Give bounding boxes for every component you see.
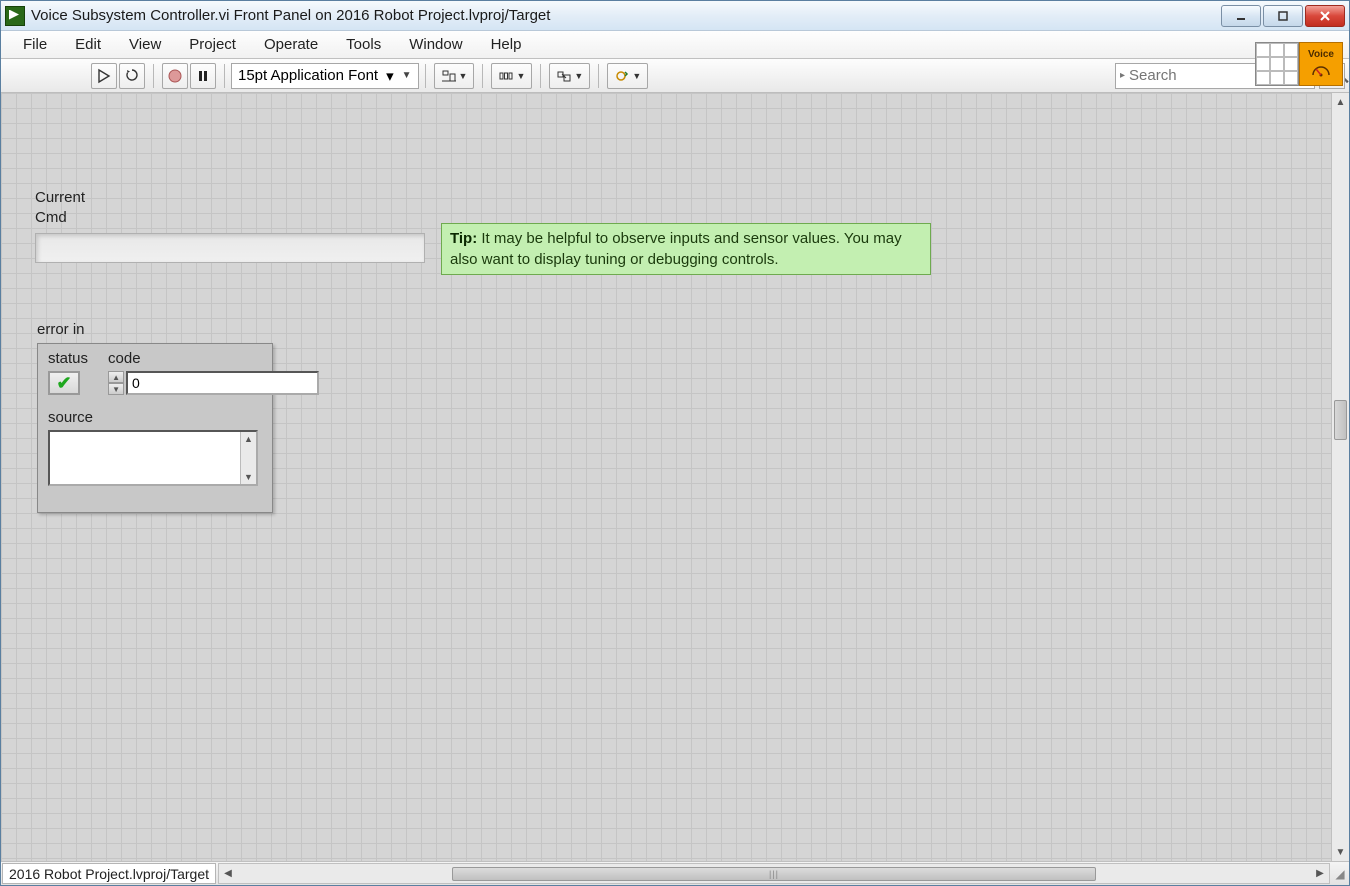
menu-help[interactable]: Help [477,32,536,57]
pause-button[interactable] [190,63,216,89]
dropdown-arrow-icon: ▼ [459,71,468,81]
scroll-down-icon[interactable]: ▼ [1332,843,1349,861]
menu-bar: File Edit View Project Operate Tools Win… [1,31,1349,59]
dropdown-arrow-icon: ▼ [632,71,641,81]
connector-pane[interactable] [1255,42,1299,86]
menu-window[interactable]: Window [395,32,476,57]
maximize-icon [1275,8,1291,24]
current-cmd-indicator[interactable] [35,233,425,263]
window-title: Voice Subsystem Controller.vi Front Pane… [31,7,1221,24]
distribute-icon [498,68,514,84]
error-in-label: error in [37,321,85,338]
title-bar[interactable]: Voice Subsystem Controller.vi Front Pane… [1,1,1349,31]
pause-icon [195,68,211,84]
menu-edit[interactable]: Edit [61,32,115,57]
front-panel-canvas[interactable]: Current Cmd Tip: It may be helpful to ob… [1,93,1349,861]
app-window: Voice Subsystem Controller.vi Front Pane… [0,0,1350,886]
scroll-up-icon[interactable]: ▲ [1332,93,1349,111]
menu-operate[interactable]: Operate [250,32,332,57]
align-icon [441,68,457,84]
tip-bold: Tip: [450,230,477,247]
hscroll-thumb[interactable] [452,867,1096,881]
font-menu-arrow-1: ▾ [386,67,394,85]
toolbar: 15pt Application Font ▾ ▼ ▼ ▼ ▼ [1,59,1349,93]
source-scrollbar[interactable]: ▲ ▼ [240,432,256,484]
status-check-icon: ✔ [56,373,71,394]
resize-icon [556,68,572,84]
menu-project[interactable]: Project [175,32,250,57]
menu-tools[interactable]: Tools [332,32,395,57]
scroll-down-icon: ▼ [244,472,253,482]
code-input[interactable] [126,371,319,395]
code-spinner[interactable]: ▲ ▼ [108,371,124,395]
abort-button[interactable] [162,63,188,89]
window-controls [1221,5,1345,27]
vi-icon-label: Voice [1308,50,1334,60]
search-menu-arrow[interactable]: ▸ [1120,70,1125,81]
horizontal-scrollbar[interactable]: ◀ ▶ [218,863,1330,884]
align-button[interactable]: ▼ [434,63,475,89]
spinner-up-icon[interactable]: ▲ [108,371,124,383]
project-path-cell: 2016 Robot Project.lvproj/Target [2,863,216,884]
close-icon [1317,8,1333,24]
scroll-up-icon: ▲ [244,434,253,444]
run-arrow-icon [96,68,112,84]
app-icon [5,6,25,26]
status-bar: 2016 Robot Project.lvproj/Target ◀ ▶ ◢ [1,861,1349,885]
run-continuous-icon [124,68,140,84]
dropdown-arrow-icon: ▼ [574,71,583,81]
status-indicator[interactable]: ✔ [48,371,80,395]
tip-box: Tip: It may be helpful to observe inputs… [441,223,931,275]
menu-file[interactable]: File [9,32,61,57]
menu-view[interactable]: View [115,32,175,57]
font-menu-arrow-2: ▼ [402,70,412,81]
font-selector[interactable]: 15pt Application Font ▾ ▼ [231,63,419,89]
status-label: status [48,350,88,367]
abort-icon [167,68,183,84]
source-textbox[interactable]: ▲ ▼ [48,430,258,486]
resize-objects-button[interactable]: ▼ [549,63,590,89]
scroll-left-icon[interactable]: ◀ [219,868,237,879]
maximize-button[interactable] [1263,5,1303,27]
vi-icon-area: Voice [1255,40,1343,88]
code-label: code [108,350,319,367]
reorder-button[interactable]: ▼ [607,63,648,89]
source-label: source [48,409,262,426]
current-cmd-label: Current Cmd [35,188,85,227]
vertical-scrollbar[interactable]: ▲ ▼ [1331,93,1349,861]
spinner-down-icon[interactable]: ▼ [108,383,124,395]
run-continuous-button[interactable] [119,63,145,89]
resize-grip[interactable]: ◢ [1331,862,1349,885]
font-label: 15pt Application Font [238,67,378,84]
minimize-button[interactable] [1221,5,1261,27]
distribute-button[interactable]: ▼ [491,63,532,89]
vi-icon[interactable]: Voice [1299,42,1343,86]
scroll-right-icon[interactable]: ▶ [1311,868,1329,879]
dropdown-arrow-icon: ▼ [516,71,525,81]
error-in-cluster[interactable]: status ✔ code ▲ ▼ source [37,343,273,513]
scroll-thumb[interactable] [1334,400,1347,440]
run-button[interactable] [91,63,117,89]
tip-text: It may be helpful to observe inputs and … [450,230,902,268]
minimize-icon [1233,8,1249,24]
gauge-icon [1310,60,1332,78]
reorder-icon [614,68,630,84]
close-button[interactable] [1305,5,1345,27]
